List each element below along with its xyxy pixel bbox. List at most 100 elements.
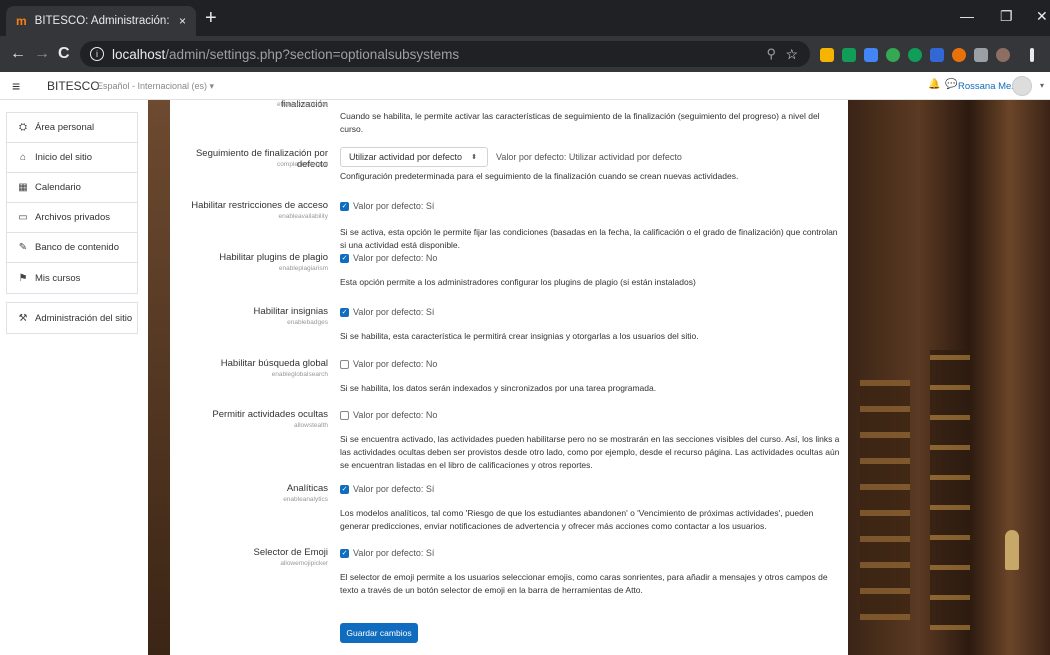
site-info-icon[interactable]: i (90, 47, 104, 61)
site-navbar: ≡ BITESCO Español - Internacional (es) ▾… (0, 72, 1050, 100)
new-tab-button[interactable]: + (205, 8, 217, 28)
menu-icon[interactable]: ≡ (12, 78, 20, 94)
extension-icon[interactable] (842, 48, 856, 62)
pencil-icon: ✎ (18, 242, 28, 253)
address-bar[interactable]: i localhost/admin/settings.php?section=o… (80, 41, 810, 67)
setting-description: Cuando se habilita, le permite activar l… (340, 111, 820, 135)
sidebar-item-calendar[interactable]: ▦ Calendario (7, 173, 137, 203)
setting-checkbox[interactable] (340, 410, 349, 420)
avatar[interactable] (1012, 76, 1032, 96)
profile-icon[interactable] (996, 48, 1010, 62)
reload-button[interactable]: C (58, 45, 70, 63)
setting-control: ✓ Valor por defecto: Sí (340, 307, 434, 317)
default-value-text: Valor por defecto: Sí (353, 201, 435, 211)
browser-toolbar: ← → C i localhost/admin/settings.php?sec… (0, 36, 1050, 72)
user-menu-caret-icon[interactable]: ▾ (1040, 81, 1044, 90)
setting-control: ✓ Valor por defecto: Sí (340, 484, 434, 494)
page-area: ⛭ Área personal ⌂ Inicio del sitio ▦ Calendar… (0, 100, 1050, 655)
nav-drawer: ⛭ Área personal ⌂ Inicio del sitio ▦ Calendar… (0, 100, 148, 334)
sidebar-item-site-home[interactable]: ⌂ Inicio del sitio (7, 143, 137, 173)
moodle-favicon-icon: m (16, 14, 27, 28)
setting-label: Habilitar búsqueda global (220, 358, 328, 369)
sidebar-item-my-courses[interactable]: ⚑ Mis cursos (7, 263, 137, 293)
home-icon: ⌂ (19, 152, 27, 163)
setting-label: Habilitar insignias (253, 306, 328, 317)
nav-drawer-admin: ⚒ Administración del sitio (6, 302, 138, 334)
wrench-icon: ⚒ (18, 312, 28, 324)
setting-control: Valor por defecto: No (340, 359, 437, 369)
setting-key: enableplagiarism (278, 265, 328, 272)
url-host: localhost (112, 46, 166, 62)
sidebar-item-admin[interactable]: ⚒ Administración del sitio (7, 303, 137, 333)
sidebar-item-label: Administración del sitio (35, 312, 133, 324)
default-value-text: Valor por defecto: Sí (353, 307, 435, 317)
setting-key: completiondefault (277, 161, 328, 168)
completion-default-select[interactable]: Utilizar actividad por defecto ⬍ (340, 147, 488, 167)
sidebar-item-content-bank[interactable]: ✎ Banco de contenido (7, 233, 137, 263)
setting-control: Valor por defecto: No (340, 410, 437, 420)
default-value-text: Valor por defecto: Utilizar actividad po… (496, 152, 682, 162)
tab-title: BITESCO: Administración: Caracte (34, 15, 173, 27)
extension-icon[interactable] (886, 48, 900, 62)
sidebar-item-label: Inicio del sitio (35, 152, 93, 163)
notifications-bell-icon[interactable]: 🔔 (928, 79, 940, 90)
setting-checkbox[interactable]: ✓ (340, 253, 349, 263)
restore-button[interactable]: ❐ (1000, 8, 1013, 25)
language-menu[interactable]: Español - Internacional (es) ▾ (97, 81, 214, 92)
setting-checkbox[interactable]: ✓ (340, 548, 349, 558)
forward-button[interactable]: → (34, 45, 50, 63)
setting-key: enableglobalsearch (271, 371, 328, 378)
setting-control: Utilizar actividad por defecto ⬍ Valor por… (340, 147, 682, 167)
setting-label: Analíticas (286, 483, 328, 494)
setting-label: Permitir actividades ocultas (212, 409, 328, 420)
file-icon: ▭ (18, 212, 28, 223)
default-value-text: Valor por defecto: Sí (353, 484, 435, 494)
setting-key: allowstealth (294, 422, 328, 429)
messages-icon[interactable]: 💬 (945, 79, 957, 90)
bookmark-star-icon[interactable]: ☆ (785, 46, 798, 63)
extension-icon[interactable] (930, 48, 944, 62)
extension-icon[interactable] (952, 48, 966, 62)
setting-description: Si se activa, esta opción le permite fij… (340, 227, 838, 251)
setting-description: Si se habilita, esta característica le p… (340, 331, 699, 341)
extension-icon[interactable] (864, 48, 878, 62)
url-path: /admin/settings.php?section=optionalsubs… (165, 46, 460, 62)
default-value-text: Valor por defecto: Sí (353, 548, 435, 558)
setting-key: enableanalytics (283, 496, 328, 503)
nav-drawer-main: ⛭ Área personal ⌂ Inicio del sitio ▦ Calendar… (6, 112, 138, 294)
lamp-decoration (1005, 530, 1019, 570)
setting-checkbox[interactable]: ✓ (340, 307, 349, 317)
sidebar-item-dashboard[interactable]: ⛭ Área personal (7, 113, 137, 143)
select-arrow-icon: ⬍ (471, 154, 477, 161)
extension-icon[interactable] (908, 48, 922, 62)
graduation-cap-icon: ⚑ (18, 272, 28, 284)
setting-checkbox[interactable] (340, 359, 349, 369)
setting-key: enableavailability (278, 213, 328, 220)
default-value-text: Valor por defecto: No (353, 410, 438, 420)
setting-description: El selector de emoji permite a los usuar… (340, 572, 828, 596)
default-value-text: Valor por defecto: No (353, 359, 438, 369)
extensions-puzzle-icon[interactable] (974, 48, 988, 62)
tab-close-icon[interactable]: × (179, 14, 186, 28)
minimize-button[interactable]: — (960, 8, 974, 24)
back-button[interactable]: ← (10, 45, 26, 63)
setting-description: Los modelos analíticos, tal como 'Riesgo… (340, 508, 814, 532)
setting-description: Configuración predeterminada para el seg… (340, 171, 739, 181)
save-changes-button[interactable]: Guardar cambios (340, 623, 418, 643)
close-window-button[interactable]: ✕ (1036, 8, 1048, 25)
setting-description: Si se habilita, los datos serán indexado… (340, 383, 657, 393)
setting-description: Esta opción permite a los administradore… (340, 277, 696, 287)
browser-menu-icon[interactable] (1030, 48, 1034, 62)
setting-checkbox[interactable]: ✓ (340, 201, 349, 211)
extension-icon[interactable] (820, 48, 834, 62)
sidebar-item-private-files[interactable]: ▭ Archivos privados (7, 203, 137, 233)
browser-tab[interactable]: m BITESCO: Administración: Caracte × (6, 6, 196, 36)
select-value: Utilizar actividad por defecto (349, 152, 463, 162)
setting-label: Habilitar restricciones de acceso (191, 200, 328, 211)
zoom-icon[interactable]: ⚲ (766, 46, 776, 62)
setting-checkbox[interactable]: ✓ (340, 484, 349, 494)
site-name[interactable]: BITESCO (47, 79, 100, 93)
default-value-text: Valor por defecto: No (353, 253, 438, 263)
sidebar-item-label: Banco de contenido (35, 242, 119, 253)
sidebar-item-label: Archivos privados (35, 212, 110, 223)
